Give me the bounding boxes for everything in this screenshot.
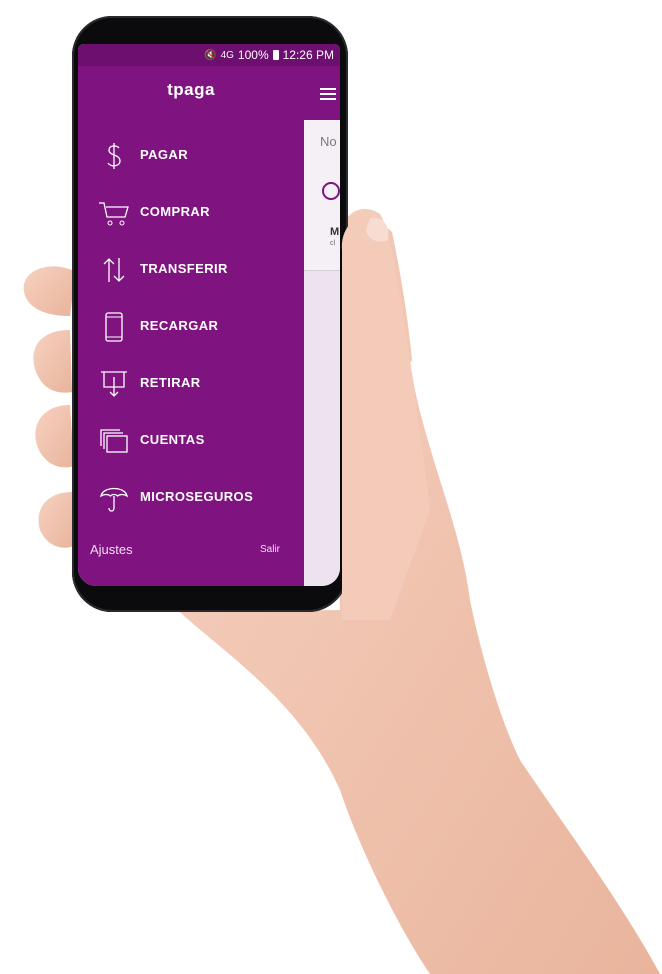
drawer-footer: Ajustes Salir — [78, 542, 304, 562]
smiley-icon — [322, 182, 340, 200]
logout-link[interactable]: Salir — [260, 544, 280, 555]
menu-label: COMPRAR — [140, 204, 210, 219]
content-heading: No — [320, 134, 337, 149]
menu-label: RETIRAR — [140, 375, 201, 390]
menu-label: RECARGAR — [140, 318, 219, 333]
menu-item-retirar[interactable]: RETIRAR — [78, 360, 304, 408]
transfer-arrows-icon — [96, 252, 132, 288]
menu-label: CUENTAS — [140, 432, 205, 447]
hamburger-menu-icon[interactable] — [320, 88, 336, 103]
menu-label: TRANSFERIR — [140, 261, 228, 276]
settings-link[interactable]: Ajustes — [90, 542, 133, 557]
umbrella-icon — [96, 480, 132, 516]
app-header — [304, 66, 340, 120]
menu-item-transferir[interactable]: TRANSFERIR — [78, 246, 304, 294]
thumb-image — [341, 213, 430, 620]
app-logo: tpaga — [167, 80, 215, 99]
withdraw-icon — [96, 366, 132, 402]
menu-label: MICROSEGUROS — [140, 489, 254, 504]
status-bar: 🔇 4G 100% 12:26 PM — [78, 44, 340, 66]
menu-item-comprar[interactable]: COMPRAR — [78, 189, 304, 237]
battery-icon — [272, 50, 279, 60]
menu-item-cuentas[interactable]: CUENTAS — [78, 417, 304, 465]
menu-item-microseguros[interactable]: MICROSEGUROS — [78, 474, 304, 522]
dollar-icon — [96, 138, 132, 174]
network-icon: 4G — [220, 49, 234, 61]
accounts-icon — [96, 423, 132, 459]
battery-level: 100% — [237, 48, 269, 62]
menu-label: PAGAR — [140, 147, 188, 162]
menu-item-pagar[interactable]: PAGAR — [78, 132, 304, 180]
phone-screen: 🔇 4G 100% 12:26 PM tpaga PAGAR COMPRAR T… — [78, 44, 340, 586]
cart-icon — [96, 195, 132, 231]
phone-icon — [96, 309, 132, 345]
navigation-drawer: tpaga PAGAR COMPRAR TRANSFERIR RECARGAR … — [78, 66, 304, 586]
clock: 12:26 PM — [282, 48, 334, 62]
menu-item-recargar[interactable]: RECARGAR — [78, 303, 304, 351]
mute-icon: 🔇 — [204, 49, 217, 61]
